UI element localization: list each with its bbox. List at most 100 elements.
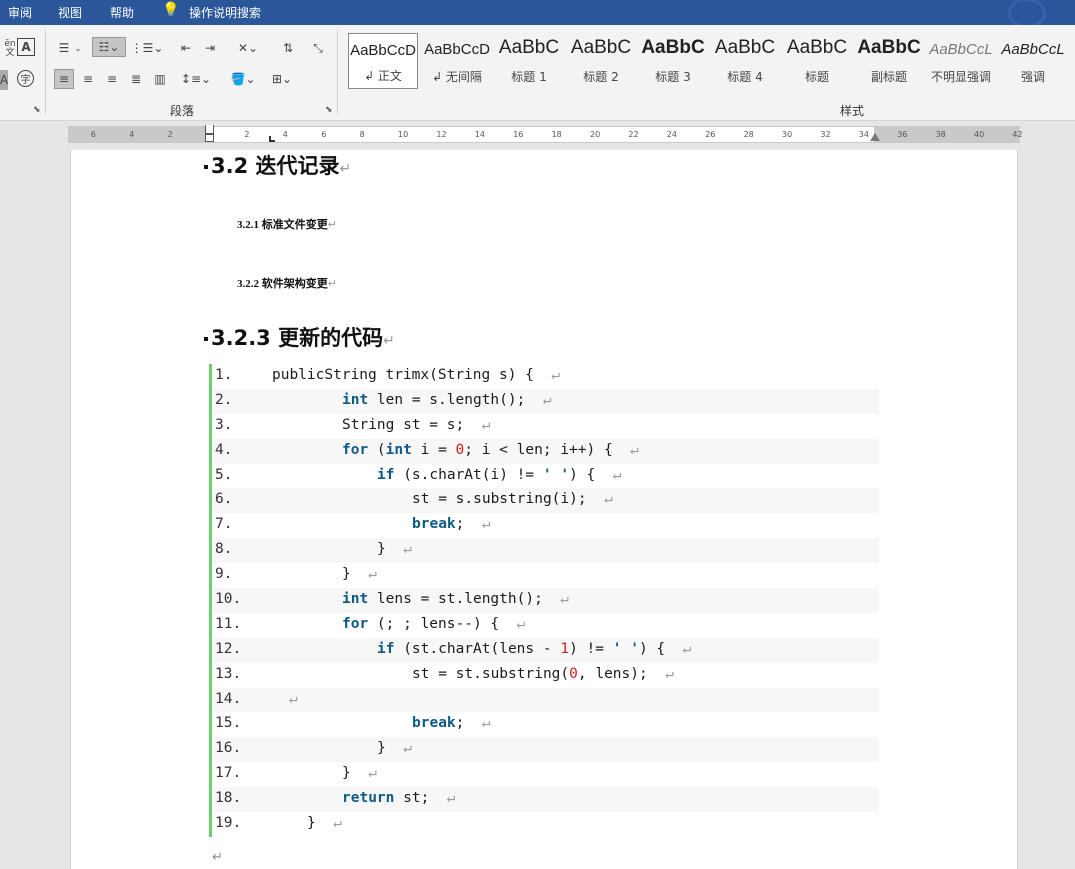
ruler-number: 12 — [436, 130, 447, 139]
ruler-number: 16 — [513, 130, 524, 139]
coauthor-icon[interactable] — [1008, 0, 1046, 28]
ruler-number: 2 — [244, 130, 250, 139]
paragraph-mark-bullet — [204, 165, 208, 169]
shading-icon[interactable]: 🪣⌄ — [226, 69, 260, 89]
ruler-number: 40 — [974, 130, 985, 139]
code-line[interactable]: 3. String st = s; ↵ — [212, 414, 879, 439]
right-indent-marker[interactable] — [870, 133, 880, 141]
ruler-number: 6 — [321, 130, 327, 139]
lightbulb-icon[interactable]: 💡 — [162, 2, 179, 18]
heading-3-2-1[interactable]: 3.2.1 标准文件变更↵ — [237, 216, 337, 232]
style-heading-3[interactable]: AaBbC 标题 3 — [638, 33, 708, 89]
end-paragraph-mark[interactable]: ↵ — [212, 850, 223, 865]
code-line[interactable]: 16.} ↵ — [212, 737, 879, 763]
code-line[interactable]: 8.} ↵ — [212, 538, 879, 564]
code-line[interactable]: 7. break; ↵ — [212, 513, 879, 538]
justify-icon[interactable]: ≣ — [126, 69, 146, 89]
code-line[interactable]: 6. st = s.substring(i); ↵ — [212, 488, 879, 514]
code-block[interactable]: 1. publicString trimx(String s) { ↵ 2. int… — [209, 364, 879, 837]
menu-review[interactable]: 审阅 — [8, 4, 32, 21]
styles-group-label: 样式 — [840, 104, 865, 118]
left-indent-marker[interactable] — [205, 134, 214, 142]
numbering-icon[interactable]: ☷⌄ — [92, 37, 126, 57]
distributed-icon[interactable]: ▥ — [150, 69, 170, 89]
paragraph-mark-bullet — [204, 337, 208, 341]
multilevel-list-icon[interactable]: ⋮☰⌄ — [131, 38, 164, 58]
ruler-number: 38 — [935, 130, 946, 139]
menu-help[interactable]: 帮助 — [110, 4, 134, 21]
horizontal-ruler[interactable]: 6 4 2 2 4 6 8 10 12 14 16 18 20 22 24 26 28 30 32 34 36 38 40 4… — [68, 125, 1023, 143]
first-line-indent-marker[interactable] — [205, 125, 214, 134]
character-shading-button[interactable]: A — [0, 70, 8, 90]
ruler-number: 18 — [551, 130, 562, 139]
tab-stop-marker[interactable] — [269, 136, 275, 142]
sort-icon[interactable]: ⇅ — [278, 38, 298, 58]
code-line[interactable]: 15. break; ↵ — [212, 712, 879, 737]
align-right-icon[interactable]: ≡ — [102, 69, 122, 89]
character-border-button[interactable]: A — [17, 38, 35, 56]
ruler-number: 42 — [1012, 130, 1023, 139]
code-line[interactable]: 5. if (s.charAt(i) != ' ') { ↵ — [212, 464, 879, 489]
ruler-number: 22 — [628, 130, 639, 139]
ribbon: ēn 文 A A 字 ⬊ ☰ ⌄ ☷⌄ ⋮☰⌄ ⇤ ⇥ ✕⌄ ⇅ ⤡ ≡ ≡ ≡ … — [0, 25, 1075, 121]
font-dialog-launcher[interactable]: ⬊ — [33, 105, 41, 115]
ruler-number: 2 — [167, 130, 173, 139]
ruler-number: 4 — [129, 130, 135, 139]
paragraph-dialog-launcher[interactable]: ⬊ — [325, 105, 333, 115]
ruler-number: 26 — [705, 130, 716, 139]
code-line[interactable]: 12. if (st.charAt(lens - 1) != ' ') { ↵ — [212, 637, 879, 663]
code-line[interactable]: 14. ↵ — [212, 687, 879, 713]
style-heading-2[interactable]: AaBbC 标题 2 — [566, 33, 636, 89]
ruler-number: 10 — [398, 130, 409, 139]
style-emphasis[interactable]: AaBbCcL 强调 — [998, 33, 1068, 89]
style-normal[interactable]: AaBbCcD ↲ 正文 — [348, 33, 418, 89]
ruler-number: 30 — [782, 130, 793, 139]
code-line[interactable]: 17.} ↵ — [212, 762, 879, 787]
menu-bar: 审阅 视图 帮助 💡 操作说明搜索 — [0, 0, 1075, 28]
style-heading-4[interactable]: AaBbC 标题 4 — [710, 33, 780, 89]
align-center-icon[interactable]: ≡ — [78, 69, 98, 89]
code-line[interactable]: 2. int len = s.length(); ↵ — [212, 388, 879, 414]
tell-me-search[interactable]: 操作说明搜索 — [189, 4, 261, 21]
code-line[interactable]: 13. st = st.substring(0, lens); ↵ — [212, 663, 879, 688]
ruler-margin-left — [68, 127, 208, 142]
code-line[interactable]: 10. int lens = st.length(); ↵ — [212, 588, 879, 613]
code-line[interactable]: 1. publicString trimx(String s) { ↵ — [212, 364, 879, 389]
increase-indent-icon[interactable]: ⇥ — [200, 38, 220, 58]
style-subtitle[interactable]: AaBbC 副标题 — [854, 33, 924, 89]
ruler-margin-right — [874, 127, 1020, 142]
align-left-icon[interactable]: ≡ — [54, 69, 74, 89]
chinese-layout-icon[interactable]: ✕⌄ — [232, 38, 264, 58]
paragraph-group-label: 段落 — [170, 104, 195, 118]
ruler-number: 14 — [474, 130, 485, 139]
borders-icon[interactable]: ⊞⌄ — [266, 69, 298, 89]
line-spacing-icon[interactable]: ↕≡⌄ — [180, 69, 212, 89]
heading-3-2[interactable]: 3.2 迭代记录↵ — [204, 150, 351, 180]
separator — [45, 30, 46, 114]
bullets-icon[interactable]: ☰ — [54, 38, 74, 58]
heading-3-2-2[interactable]: 3.2.2 软件架构变更↵ — [237, 275, 337, 291]
document-page[interactable]: 3.2 迭代记录↵ 3.2.1 标准文件变更↵ 3.2.2 软件架构变更↵ 3.… — [70, 150, 1018, 869]
style-heading-1[interactable]: AaBbC 标题 1 — [494, 33, 564, 89]
code-line[interactable]: 11. for (; ; lens--) { ↵ — [212, 613, 879, 638]
style-no-spacing[interactable]: AaBbCcD ↲ 无间隔 — [422, 33, 492, 89]
show-hide-marks-icon[interactable]: ⤡ — [308, 38, 328, 58]
ruler-number: 24 — [666, 130, 677, 139]
style-subtle-emphasis[interactable]: AaBbCcL 不明显强调 — [926, 33, 996, 89]
styles-gallery: AaBbCcD ↲ 正文 AaBbCcD ↲ 无间隔 AaBbC 标题 1 Aa… — [346, 33, 1066, 91]
ruler-number: 20 — [590, 130, 601, 139]
heading-3-2-3[interactable]: 3.2.3 更新的代码↵ — [204, 322, 395, 352]
enclose-characters-button[interactable]: 字 — [17, 70, 34, 87]
decrease-indent-icon[interactable]: ⇤ — [176, 38, 196, 58]
ruler-number: 28 — [743, 130, 754, 139]
ruler-number: 6 — [90, 130, 96, 139]
menu-view[interactable]: 视图 — [58, 4, 82, 21]
code-line[interactable]: 18. return st; ↵ — [212, 787, 879, 813]
chevron-down-icon[interactable]: ⌄ — [72, 38, 84, 58]
ruler-number: 36 — [897, 130, 908, 139]
code-line[interactable]: 19.} ↵ — [212, 812, 879, 837]
ruler-number: 34 — [858, 130, 869, 139]
style-title[interactable]: AaBbC 标题 — [782, 33, 852, 89]
code-line[interactable]: 9.} ↵ — [212, 563, 879, 588]
code-line[interactable]: 4. for (int i = 0; i < len; i++) { ↵ — [212, 438, 879, 464]
